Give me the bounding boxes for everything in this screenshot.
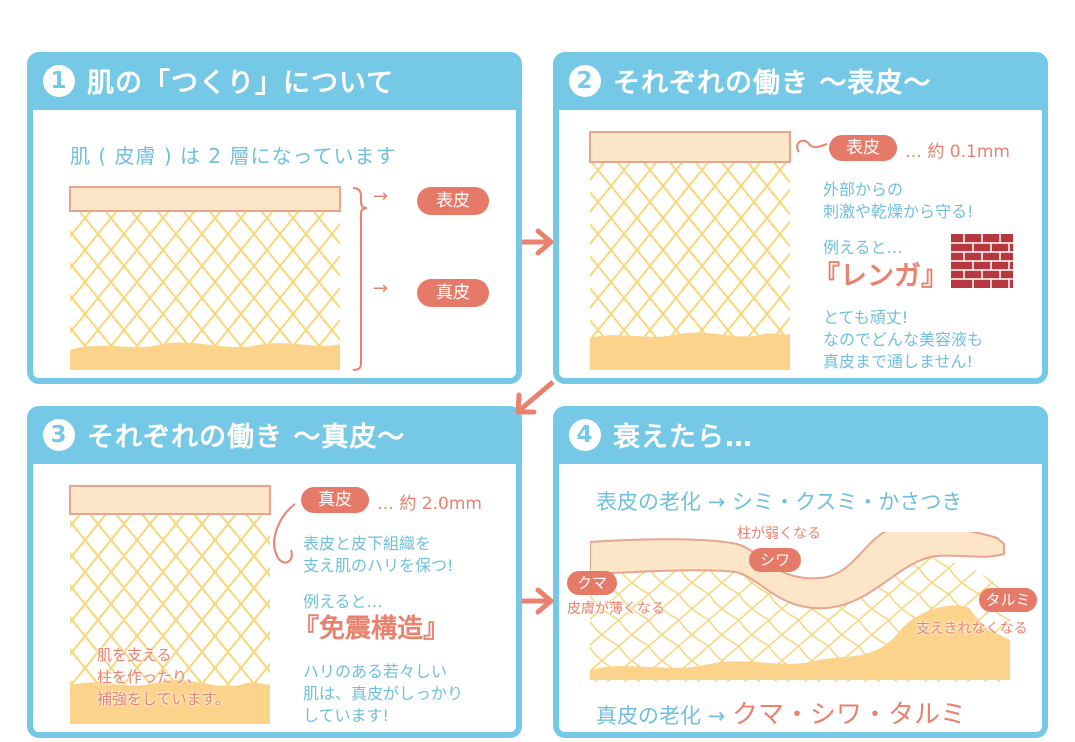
flow-arrows — [515, 228, 555, 615]
arrow-panel1-to-panel2 — [522, 228, 554, 256]
arrow-panel2-to-panel3 — [515, 380, 555, 415]
arrow-panel3-to-panel4 — [522, 587, 554, 615]
